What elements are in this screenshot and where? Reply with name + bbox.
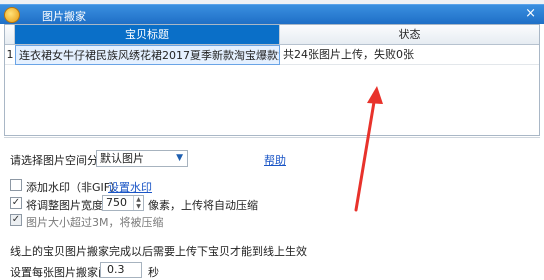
window-titlebar: 图片搬家 × <box>0 4 544 24</box>
options-panel: 请选择图片空间分类 默认图片 ▼ 帮助 添加水印（非GIF） 设置水印 将调整图… <box>4 137 540 279</box>
watermark-checkbox[interactable] <box>10 179 22 191</box>
row-number: 1 <box>6 48 14 61</box>
watermark-label: 添加水印（非GIF） <box>26 181 122 194</box>
items-grid: 宝贝标题 状态 1 连衣裙女牛仔裙民族风绣花裙2017夏季新款淘宝爆款女装 共2… <box>4 24 540 136</box>
resize-width-value: 750 <box>106 196 127 209</box>
row-status-cell: 共24张图片上传，失败0张 <box>283 48 414 61</box>
app-icon <box>4 7 20 23</box>
header-title[interactable]: 宝贝标题 <box>15 25 280 44</box>
compress-label: 图片大小超过3M，将被压缩 <box>26 216 164 229</box>
compress-checkbox[interactable] <box>10 214 22 226</box>
header-status[interactable]: 状态 <box>280 25 539 44</box>
close-icon[interactable]: × <box>525 6 536 21</box>
window-title: 图片搬家 <box>42 10 86 23</box>
resize-suffix: 像素，上传将自动压缩 <box>148 199 258 212</box>
resize-label: 将调整图片宽度 <box>26 199 103 212</box>
header-row-number <box>5 25 15 44</box>
stepper-arrows-icon[interactable]: ▲ ▼ <box>133 196 143 210</box>
row-title-cell[interactable]: 连衣裙女牛仔裙民族风绣花裙2017夏季新款淘宝爆款女装 <box>15 45 280 65</box>
chevron-down-icon: ▼ <box>176 153 183 163</box>
resize-width-stepper[interactable]: 750 ▲ ▼ <box>102 195 144 211</box>
watermark-settings-link[interactable]: 设置水印 <box>108 179 152 195</box>
category-label: 请选择图片空间分类 <box>10 154 109 167</box>
category-select-value: 默认图片 <box>100 152 144 165</box>
help-link[interactable]: 帮助 <box>264 152 286 168</box>
table-row[interactable]: 1 连衣裙女牛仔裙民族风绣花裙2017夏季新款淘宝爆款女装 共24张图片上传，失… <box>5 45 539 65</box>
interval-input[interactable]: 0.3 <box>100 262 142 278</box>
sync-note: 线上的宝贝图片搬家完成以后需要上传下宝贝才能到线上生效 <box>10 245 307 258</box>
resize-checkbox[interactable] <box>10 197 22 209</box>
category-select[interactable]: 默认图片 ▼ <box>96 150 188 167</box>
grid-header: 宝贝标题 状态 <box>5 25 539 45</box>
